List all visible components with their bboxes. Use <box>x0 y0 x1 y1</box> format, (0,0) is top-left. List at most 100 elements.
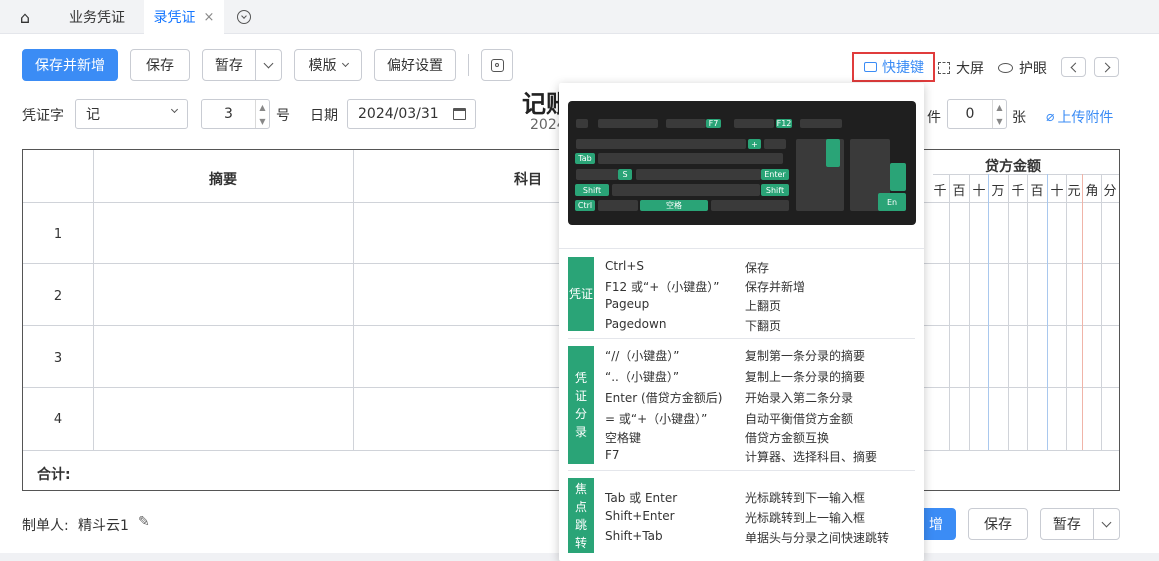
unit-label: 百 <box>952 184 966 199</box>
shortcut-desc: 保存并新增 <box>745 280 806 294</box>
calendar-icon <box>453 108 466 120</box>
save-and-new-button[interactable]: 保存并新增 <box>22 49 118 81</box>
home-icon: ⌂ <box>19 7 31 27</box>
maker-name: 精斗云1 <box>78 518 129 534</box>
row-number: 4 <box>53 412 63 427</box>
unit-label: 万 <box>991 184 1005 199</box>
next-button[interactable] <box>1094 57 1119 77</box>
toolbar-divider <box>468 54 469 76</box>
key-tab: Tab <box>575 153 595 164</box>
shortcut-desc: 单据头与分录之间快速跳转 <box>745 531 890 545</box>
row-number: 3 <box>53 351 63 366</box>
unit-label: 分 <box>1103 184 1117 199</box>
keyboard-illustration: F7 F12 + Tab S Enter Shift Shift Ctrl 空格… <box>568 101 916 225</box>
credit-header: 贷方金额 <box>985 159 1041 175</box>
attachment-count-input[interactable]: 0 ▲ ▼ <box>947 99 1007 129</box>
date-label: 日期 <box>310 108 338 124</box>
summary-header: 摘要 <box>209 172 237 188</box>
date-input[interactable]: 2024/03/31 <box>347 99 476 129</box>
key-enter: Enter <box>761 169 789 180</box>
attachment-suffix: 张 <box>1012 110 1026 126</box>
shortcut-key: = 或“+（小键盘）” <box>605 412 708 426</box>
shortcut-key: “..（小键盘）” <box>605 370 680 384</box>
shortcut-key: F12 或“+（小键盘）” <box>605 280 720 294</box>
chevron-down-icon[interactable] <box>1094 517 1119 527</box>
unit-label: 元 <box>1067 184 1081 199</box>
attachment-stepper[interactable]: ▲ ▼ <box>992 100 1006 128</box>
save-button[interactable]: 保存 <box>130 49 190 81</box>
key-plus: + <box>748 139 761 149</box>
tab-business-voucher[interactable]: 业务凭证 <box>50 0 144 34</box>
shortcut-desc: 自动平衡借贷方金额 <box>745 412 854 426</box>
edit-icon[interactable]: ✎ <box>138 514 150 530</box>
date-value: 2024/03/31 <box>358 106 439 122</box>
shortcut-key: Shift+Enter <box>605 509 675 523</box>
preference-button[interactable]: 偏好设置 <box>374 49 456 81</box>
temp-save-button[interactable]: 暂存 <box>202 49 282 81</box>
shortcut-desc: 光标跳转到下一输入框 <box>745 491 866 505</box>
voucher-number-value: 3 <box>224 106 233 122</box>
key-f12: F12 <box>776 119 792 128</box>
shortcut-key: Pagedown <box>605 317 667 331</box>
gear-icon <box>490 58 504 72</box>
chevron-left-icon <box>1070 62 1080 72</box>
eye-care-label: 护眼 <box>1019 61 1047 77</box>
shortcut-button[interactable]: 快捷键 <box>852 52 935 82</box>
maker-label: 制单人: <box>22 518 69 534</box>
tab-label: 录凭证 <box>153 10 196 26</box>
unit-label: 角 <box>1085 184 1099 199</box>
shortcut-key: 空格键 <box>605 431 642 445</box>
shortcut-key: Ctrl+S <box>605 259 645 273</box>
eye-icon <box>998 63 1013 73</box>
shortcut-key: F7 <box>605 448 620 462</box>
fullscreen-button[interactable]: 大屏 <box>938 58 984 78</box>
close-icon[interactable]: × <box>204 10 215 25</box>
shortcut-desc: 保存 <box>745 261 770 275</box>
key-ctrl: Ctrl <box>575 200 595 211</box>
tab-more[interactable] <box>224 0 264 34</box>
shortcut-label: 快捷键 <box>882 60 924 76</box>
unit-label: 千 <box>933 184 947 199</box>
voucher-number-input[interactable]: 3 ▲ ▼ <box>201 99 270 129</box>
shortcut-popup: F7 F12 + Tab S Enter Shift Shift Ctrl 空格… <box>559 83 924 561</box>
eye-care-button[interactable]: 护眼 <box>998 58 1047 78</box>
tab-label: 业务凭证 <box>69 10 125 26</box>
temp-save-label: 暂存 <box>214 58 243 74</box>
voucher-word-select[interactable]: 记 <box>75 99 188 129</box>
chevron-down-icon <box>341 59 349 67</box>
template-label: 模版 <box>308 58 337 74</box>
key-f7: F7 <box>706 119 721 128</box>
home-tab[interactable]: ⌂ <box>0 0 50 34</box>
tab-enter-voucher[interactable]: 录凭证 × <box>144 0 224 34</box>
row-number: 1 <box>53 227 63 242</box>
chevron-down-circle-icon <box>237 10 251 24</box>
fullscreen-label: 大屏 <box>956 61 984 77</box>
voucher-word-label: 凭证字 <box>22 108 64 124</box>
chevron-down-icon <box>170 105 179 114</box>
key-s: S <box>618 169 632 180</box>
prev-button[interactable] <box>1061 57 1086 77</box>
key-shift-right: Shift <box>761 184 789 196</box>
paperclip-icon: ⌀ <box>1046 109 1055 125</box>
save-button-bottom[interactable]: 保存 <box>968 508 1028 540</box>
chevron-down-icon[interactable] <box>256 58 281 68</box>
shortcut-desc: 借贷方金额互换 <box>745 431 830 445</box>
attachment-label: 件 <box>927 110 941 126</box>
voucher-word-value: 记 <box>86 107 100 123</box>
section-focus-title: 焦点跳转 <box>568 478 594 553</box>
chevron-right-icon <box>1100 62 1110 72</box>
shortcut-desc: 开始录入第二条分录 <box>745 391 854 405</box>
shortcut-desc: 复制第一条分录的摘要 <box>745 349 866 363</box>
keyboard-icon <box>864 62 877 72</box>
template-button[interactable]: 模版 <box>294 49 362 81</box>
shortcut-key: Shift+Tab <box>605 529 663 543</box>
shortcut-desc: 下翻页 <box>745 319 782 333</box>
key-space: 空格 <box>640 200 708 211</box>
shortcut-desc: 复制上一条分录的摘要 <box>745 370 866 384</box>
number-stepper[interactable]: ▲ ▼ <box>255 100 269 128</box>
temp-save-button-bottom[interactable]: 暂存 <box>1040 508 1120 540</box>
temp-save-label: 暂存 <box>1052 517 1081 533</box>
shortcut-desc: 光标跳转到上一输入框 <box>745 511 866 525</box>
upload-attachment-link[interactable]: ⌀ 上传附件 <box>1046 107 1113 127</box>
settings-button[interactable] <box>481 49 513 81</box>
